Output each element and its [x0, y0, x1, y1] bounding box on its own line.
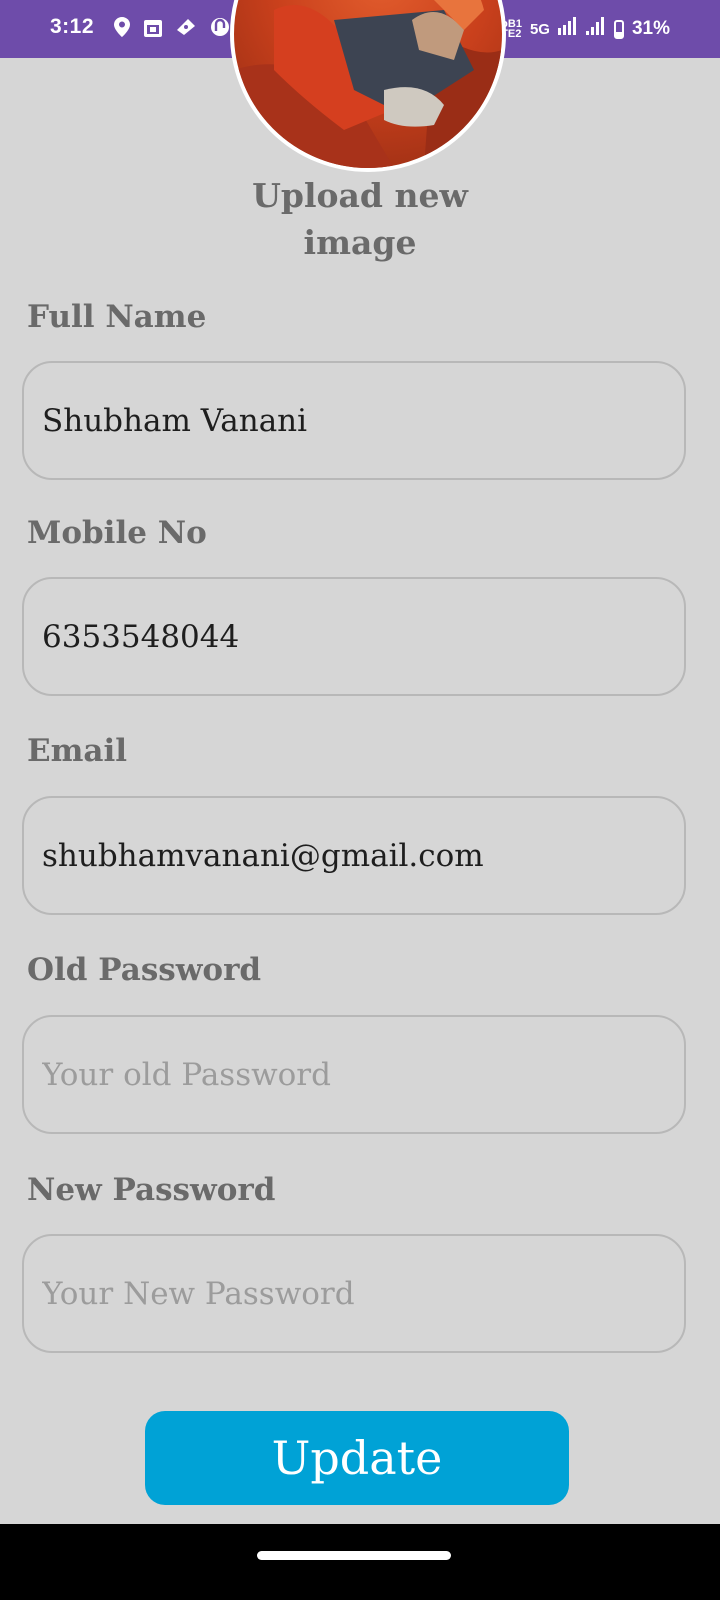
email-field[interactable] [22, 796, 686, 915]
battery-icon [613, 19, 624, 39]
mobile-input[interactable] [42, 579, 662, 694]
full-name-field[interactable] [22, 361, 686, 480]
new-password-input[interactable] [42, 1236, 662, 1351]
calendar-icon [144, 18, 162, 42]
battery-percent: 31% [631, 18, 670, 39]
old-password-input[interactable] [42, 1017, 662, 1132]
network-type: 5G [529, 20, 550, 38]
status-time: 3:12 [50, 15, 95, 38]
signal-icon [585, 17, 606, 41]
full-name-label: Full Name [27, 299, 207, 335]
email-input[interactable] [42, 798, 662, 913]
new-password-field[interactable] [22, 1234, 686, 1353]
location-pin-icon [114, 17, 130, 42]
avatar-photo [234, 0, 502, 168]
mobile-label: Mobile No [27, 515, 207, 551]
profile-avatar[interactable] [230, 0, 506, 172]
new-password-label: New Password [27, 1172, 276, 1208]
old-password-label: Old Password [27, 952, 262, 988]
ticket-icon [176, 18, 196, 41]
home-gesture-bar[interactable] [257, 1551, 451, 1560]
navigation-bar [0, 1524, 720, 1600]
app-notification-icon [210, 17, 230, 42]
edit-profile-screen: 3:12 VoB1 LTE2 5G 31% Upload new image F… [0, 0, 720, 1600]
old-password-field[interactable] [22, 1015, 686, 1134]
update-button[interactable]: Update [145, 1411, 569, 1505]
battery-fill [615, 31, 622, 37]
upload-new-image-link[interactable]: Upload new image [230, 172, 490, 266]
email-label: Email [27, 733, 128, 769]
signal-icon [557, 17, 578, 41]
mobile-field[interactable] [22, 577, 686, 696]
full-name-input[interactable] [42, 363, 662, 478]
